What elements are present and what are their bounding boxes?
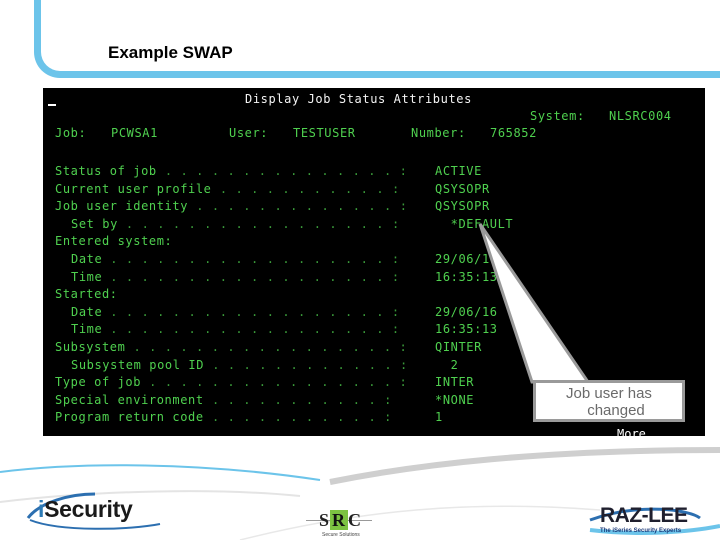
attribute-value[interactable]: 1 bbox=[435, 410, 443, 424]
attribute-label: Entered system: bbox=[55, 234, 173, 249]
leader-dots: . . . . . . . . . . . : bbox=[212, 181, 400, 196]
job-label: Job: bbox=[55, 126, 87, 140]
attribute-value[interactable]: 16:35:13 bbox=[435, 270, 498, 284]
attribute-label: Started: bbox=[55, 287, 118, 302]
attribute-label: Program return code bbox=[55, 410, 204, 425]
callout-line-1: Job user has bbox=[566, 385, 652, 402]
leader-dots: . . . . . . . . . . . : bbox=[204, 410, 392, 425]
attribute-value[interactable]: 29/06/16 bbox=[435, 305, 498, 319]
number-label: Number: bbox=[411, 126, 466, 140]
attribute-value[interactable]: 2 bbox=[435, 358, 458, 372]
leader-dots: . . . . . . . . . . . . . . . . . . : bbox=[102, 304, 400, 319]
callout-box: Job user has changed bbox=[533, 380, 685, 422]
leader-dots: . . . . . . . . . . . . . . . : bbox=[157, 164, 408, 178]
leader-dots: . . . . . . . . . . . . . . . . : bbox=[141, 375, 408, 390]
system-value: NLSRC004 bbox=[609, 109, 672, 123]
attribute-label: Status of job bbox=[55, 164, 157, 178]
leader-dots: . . . . . . . . . . . . . . . . . . : bbox=[102, 252, 400, 266]
attribute-label: Time bbox=[71, 322, 103, 337]
header-frame bbox=[34, 0, 720, 78]
leader-dots: . . . . . . . . . . . . . . . . . : bbox=[125, 340, 408, 354]
attribute-label: Time bbox=[71, 269, 103, 284]
screen-title: Display Job Status Attributes bbox=[245, 92, 472, 106]
callout-line-2: changed bbox=[587, 402, 645, 419]
attribute-value[interactable]: *NONE bbox=[435, 393, 474, 407]
attribute-value[interactable]: QSYSOPR bbox=[435, 182, 490, 196]
attribute-label: Subsystem pool ID bbox=[71, 357, 205, 372]
src-logo: SRC Secure Solutions bbox=[306, 508, 372, 538]
slide-title: Example SWAP bbox=[108, 43, 233, 62]
attribute-value[interactable]: 16:35:13 bbox=[435, 322, 498, 336]
src-letter-s: S bbox=[319, 510, 331, 530]
isecurity-logo-text: Security bbox=[44, 496, 133, 522]
attribute-value[interactable]: INTER bbox=[435, 375, 474, 389]
system-label: System: bbox=[530, 109, 585, 123]
attribute-value[interactable]: QSYSOPR bbox=[435, 199, 490, 213]
attribute-label: Current user profile bbox=[55, 181, 212, 196]
src-letter-c: C bbox=[348, 510, 363, 530]
attribute-label: Set by bbox=[71, 216, 118, 231]
attribute-value[interactable]: ACTIVE bbox=[435, 164, 482, 178]
attribute-label: Type of job bbox=[55, 375, 142, 390]
leader-dots: . . . . . . . . . . . . . . . . . . : bbox=[102, 269, 400, 284]
number-value: 765852 bbox=[490, 126, 537, 140]
leader-dots: . . . . . . . . . . . . : bbox=[204, 357, 408, 372]
attribute-label: Date bbox=[71, 252, 103, 266]
razlee-logo-name: RAZ-LEE bbox=[600, 504, 688, 527]
attribute-value[interactable]: 29/06/16 bbox=[435, 252, 498, 266]
src-letter-r: R bbox=[330, 510, 349, 530]
src-tagline: Secure Solutions bbox=[322, 532, 360, 538]
more-indicator: More... bbox=[617, 427, 668, 441]
attribute-label: Date bbox=[71, 304, 103, 319]
src-logo-letters: SRC bbox=[319, 510, 362, 531]
isecurity-logo: iSecurity bbox=[38, 496, 133, 523]
razlee-logo: RAZ-LEE The iSeries Security Experts bbox=[600, 504, 688, 534]
job-value: PCWSA1 bbox=[111, 126, 158, 140]
attribute-value[interactable]: *DEFAULT bbox=[435, 217, 513, 231]
attribute-value[interactable]: QINTER bbox=[435, 340, 482, 354]
attribute-label: Job user identity bbox=[55, 199, 189, 214]
leader-dots: . . . . . . . . . . . . . . . . . . : bbox=[102, 322, 400, 337]
leader-dots: . . . . . . . . . . . . . : bbox=[188, 199, 408, 214]
leader-dots: . . . . . . . . . . . : bbox=[204, 392, 392, 407]
attribute-label: Subsystem bbox=[55, 340, 126, 354]
razlee-tagline: The iSeries Security Experts bbox=[600, 528, 682, 534]
leader-dots: . . . . . . . . . . . . . . . . . : bbox=[118, 216, 400, 231]
terminal-cursor bbox=[48, 104, 56, 106]
attribute-label: Special environment bbox=[55, 392, 204, 407]
user-label: User: bbox=[229, 126, 269, 140]
user-value: TESTUSER bbox=[293, 126, 356, 140]
